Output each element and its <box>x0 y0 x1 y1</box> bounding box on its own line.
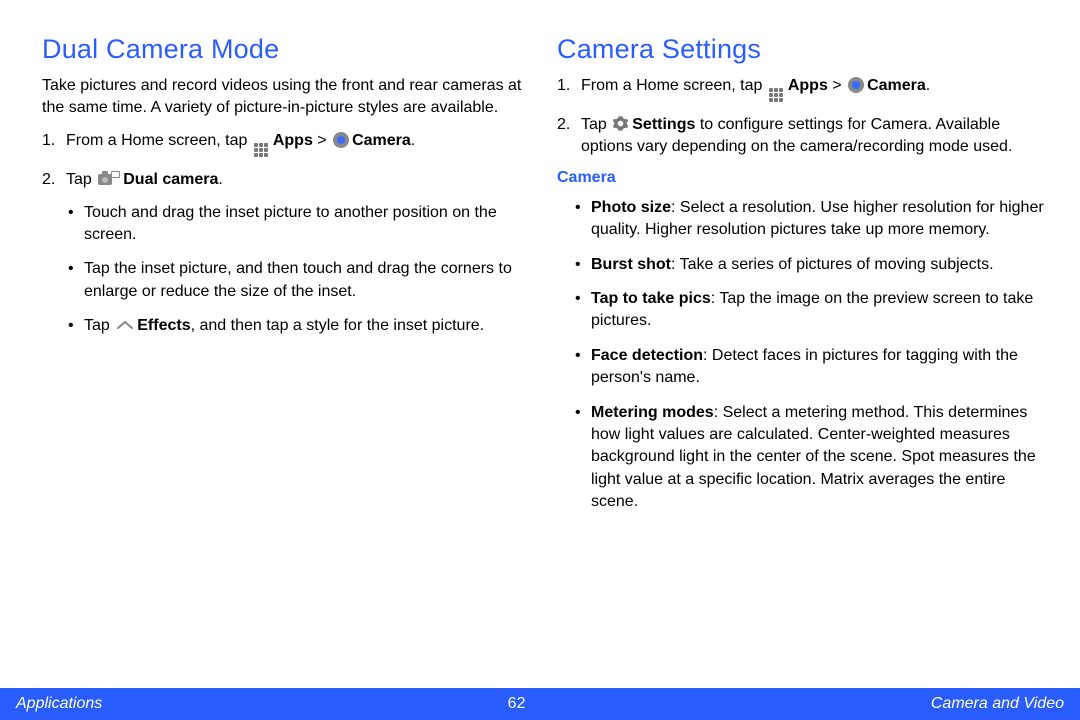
text: . <box>411 132 415 149</box>
bullet: Tap the inset picture, and then touch an… <box>84 258 529 303</box>
text: From a Home screen, tap <box>66 132 252 149</box>
label: Burst shot <box>591 256 671 273</box>
label: Face detection <box>591 347 703 364</box>
left-step-1: From a Home screen, tap Apps > Camera. <box>66 130 529 159</box>
bullet: Touch and drag the inset picture to anot… <box>84 202 529 247</box>
text: . <box>926 77 930 94</box>
page-footer: Applications 62 Camera and Video <box>0 688 1080 720</box>
camera-label: Camera <box>867 77 926 94</box>
label: Photo size <box>591 199 671 216</box>
text: > <box>828 77 846 94</box>
dual-camera-icon <box>98 171 120 187</box>
text: Tap <box>84 317 114 334</box>
camera-lens-icon <box>848 77 864 93</box>
left-sub-bullets: Touch and drag the inset picture to anot… <box>66 202 529 338</box>
right-column: Camera Settings From a Home screen, tap … <box>557 34 1044 680</box>
apps-grid-icon <box>254 143 270 159</box>
text: > <box>313 132 331 149</box>
left-step-2: Tap Dual camera. Touch and drag the inse… <box>66 169 529 337</box>
text: From a Home screen, tap <box>581 77 767 94</box>
effects-chevron-icon <box>116 319 134 331</box>
page-body: Dual Camera Mode Take pictures and recor… <box>0 0 1080 680</box>
right-step-1: From a Home screen, tap Apps > Camera. <box>581 75 1044 104</box>
right-step-2: Tap Settings to configure settings for C… <box>581 114 1044 159</box>
heading-dual-camera: Dual Camera Mode <box>42 34 529 65</box>
camera-subheading: Camera <box>557 169 1044 187</box>
gear-icon <box>612 115 629 132</box>
left-steps: From a Home screen, tap Apps > Camera. T… <box>42 130 529 337</box>
option-tap-to-take: Tap to take pics: Tap the image on the p… <box>591 288 1044 333</box>
settings-label: Settings <box>632 116 695 133</box>
heading-camera-settings: Camera Settings <box>557 34 1044 65</box>
camera-options: Photo size: Select a resolution. Use hig… <box>557 197 1044 514</box>
intro-text: Take pictures and record videos using th… <box>42 75 529 118</box>
text: Tap <box>66 171 96 188</box>
label: Tap to take pics <box>591 290 711 307</box>
effects-label: Effects <box>137 317 190 334</box>
right-steps: From a Home screen, tap Apps > Camera. T… <box>557 75 1044 159</box>
footer-page-number: 62 <box>508 695 526 713</box>
apps-grid-icon <box>769 88 785 104</box>
option-photo-size: Photo size: Select a resolution. Use hig… <box>591 197 1044 242</box>
option-burst-shot: Burst shot: Take a series of pictures of… <box>591 254 1044 276</box>
camera-label: Camera <box>352 132 411 149</box>
text: Tap <box>581 116 611 133</box>
option-face-detection: Face detection: Detect faces in pictures… <box>591 345 1044 390</box>
apps-label: Apps <box>273 132 313 149</box>
camera-lens-icon <box>333 132 349 148</box>
footer-right: Camera and Video <box>931 695 1064 713</box>
text: , and then tap a style for the inset pic… <box>191 317 485 334</box>
footer-left: Applications <box>16 695 102 713</box>
text: . <box>218 171 222 188</box>
left-column: Dual Camera Mode Take pictures and recor… <box>42 34 529 680</box>
apps-label: Apps <box>788 77 828 94</box>
bullet: Tap Effects, and then tap a style for th… <box>84 315 529 337</box>
option-metering-modes: Metering modes: Select a metering method… <box>591 402 1044 514</box>
dual-camera-label: Dual camera <box>123 171 218 188</box>
text: : Take a series of pictures of moving su… <box>671 256 994 273</box>
label: Metering modes <box>591 404 714 421</box>
